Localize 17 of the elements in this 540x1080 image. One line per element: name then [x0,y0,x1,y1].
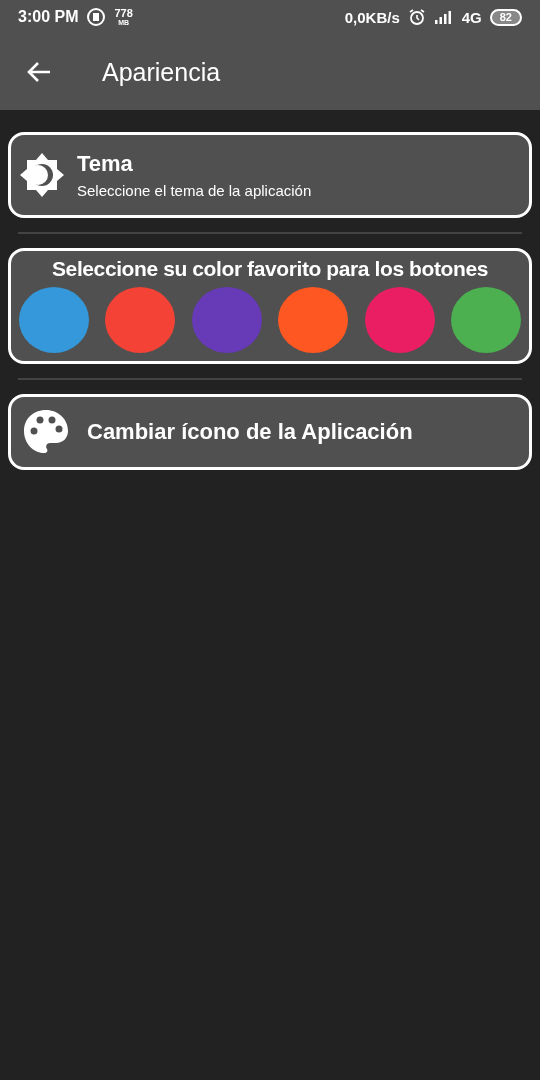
notification-icon [86,7,107,27]
time: 3:00 PM [18,8,79,26]
setting-description: Seleccione el tema de la aplicación [77,182,312,199]
theme-setting-card[interactable]: Tema Seleccione el tema de la aplicación [8,132,532,218]
brightness-moon-icon [19,152,65,198]
setting-title: Tema [77,151,134,177]
back-arrow-icon [26,61,52,83]
color-picker-title: Seleccione su color favorito para los botones [51,257,489,281]
memory-value: 778 [114,8,133,19]
change-icon-setting-card[interactable]: Cambiar ícono de la Aplicación [8,394,532,470]
battery-indicator: 82 [489,8,522,26]
network-speed: 0,0KB/s [344,8,400,26]
signal-icon [433,10,454,24]
screen-title: Apariencia [102,57,221,87]
alarm-icon [407,8,426,26]
setting-title: Cambiar ícono de la Aplicación [87,419,413,445]
network-type: 4G [461,8,482,26]
